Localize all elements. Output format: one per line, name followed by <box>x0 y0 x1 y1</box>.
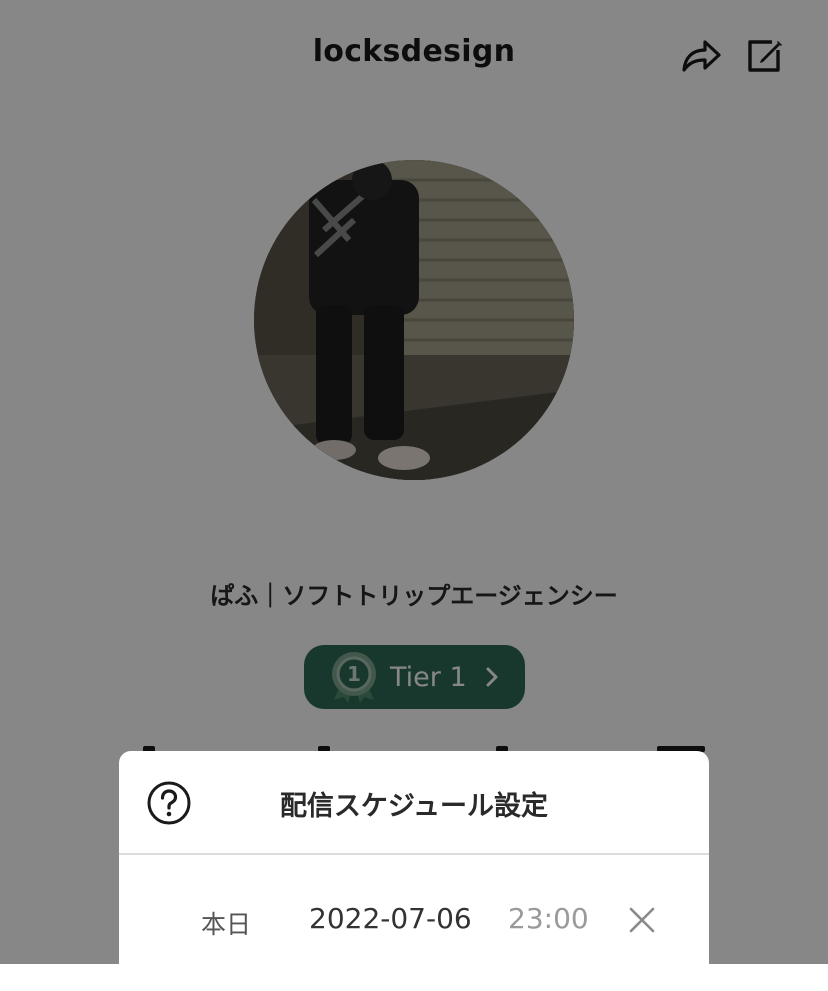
modal-title: 配信スケジュール設定 <box>279 791 549 822</box>
divider <box>119 853 709 855</box>
close-icon[interactable] <box>627 905 657 935</box>
schedule-modal: 配信スケジュール設定 本日 2022-07-06 23:00 <box>119 751 709 991</box>
schedule-day-label: 本日 <box>201 910 252 939</box>
schedule-time-field[interactable]: 23:00 <box>508 902 589 935</box>
schedule-date-field[interactable]: 2022-07-06 <box>309 902 472 935</box>
